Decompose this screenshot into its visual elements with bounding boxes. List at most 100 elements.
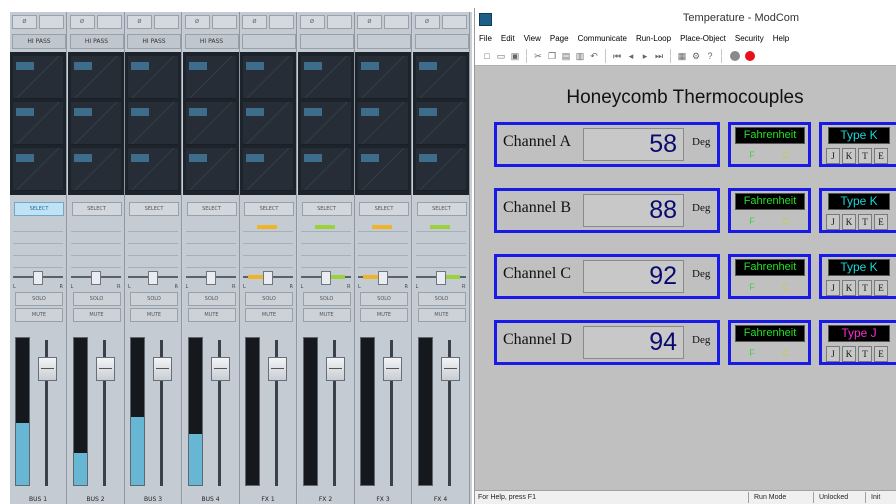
insert-slot[interactable]	[70, 102, 121, 145]
pan-knob[interactable]	[320, 271, 331, 285]
aux-send[interactable]	[243, 258, 293, 268]
prev-page-icon[interactable]: ◂	[625, 50, 637, 62]
insert-slot[interactable]	[243, 148, 293, 191]
type-e-button[interactable]: E	[874, 148, 888, 164]
record-icon[interactable]	[745, 50, 755, 61]
pan-slider[interactable]	[13, 270, 63, 285]
print-icon[interactable]: ▥	[574, 50, 586, 62]
settings-icon[interactable]: ⚙	[690, 50, 702, 62]
celsius-option[interactable]: C	[770, 280, 802, 295]
hi-pass-button[interactable]	[414, 34, 469, 49]
insert-slot[interactable]	[358, 148, 408, 191]
phase-button[interactable]: Ø	[414, 15, 440, 29]
insert-slot[interactable]	[13, 56, 63, 99]
aux-send[interactable]	[13, 258, 63, 268]
celsius-option[interactable]: C	[770, 148, 802, 163]
pan-slider[interactable]	[300, 270, 351, 285]
pan-slider[interactable]	[128, 270, 178, 285]
pan-knob[interactable]	[148, 271, 158, 285]
aux-send[interactable]	[300, 246, 351, 256]
pan-slider[interactable]	[358, 270, 408, 285]
aux-send[interactable]	[128, 246, 178, 256]
volume-fader[interactable]	[325, 356, 345, 381]
insert-slot[interactable]	[13, 102, 63, 145]
post-button[interactable]	[211, 15, 237, 29]
type-j-button[interactable]: J	[826, 280, 840, 296]
pan-knob[interactable]	[435, 271, 446, 285]
aux-send[interactable]	[243, 222, 293, 232]
mute-button[interactable]: MUTE	[72, 308, 121, 322]
mute-button[interactable]: MUTE	[245, 308, 293, 322]
insert-slot[interactable]	[128, 148, 178, 191]
volume-fader[interactable]	[153, 356, 172, 381]
select-button[interactable]: SELECT	[186, 202, 237, 216]
insert-slot[interactable]	[128, 56, 178, 99]
solo-button[interactable]: SOLO	[360, 292, 408, 306]
fahrenheit-option[interactable]: F	[736, 214, 768, 229]
menu-run-loop[interactable]: Run-Loop	[636, 34, 671, 43]
type-k-button[interactable]: K	[842, 214, 856, 230]
mute-button[interactable]: MUTE	[187, 308, 236, 322]
pan-slider[interactable]	[70, 270, 121, 285]
solo-button[interactable]: SOLO	[417, 292, 466, 306]
insert-slot[interactable]	[415, 148, 466, 191]
last-page-icon[interactable]: ⏭	[653, 50, 665, 62]
type-e-button[interactable]: E	[874, 214, 888, 230]
celsius-option[interactable]: C	[770, 214, 802, 229]
type-k-button[interactable]: K	[842, 280, 856, 296]
insert-slot[interactable]	[70, 56, 121, 99]
insert-slot[interactable]	[13, 148, 63, 191]
aux-send[interactable]	[70, 258, 121, 268]
type-t-button[interactable]: T	[858, 346, 872, 362]
phase-button[interactable]: Ø	[242, 15, 267, 29]
post-button[interactable]	[39, 15, 64, 29]
fahrenheit-option[interactable]: F	[736, 280, 768, 295]
insert-slot[interactable]	[185, 148, 236, 191]
pan-slider[interactable]	[185, 270, 236, 285]
hi-pass-button[interactable]	[299, 34, 354, 49]
help-icon[interactable]: ?	[704, 50, 716, 62]
mute-button[interactable]: MUTE	[360, 308, 408, 322]
type-k-button[interactable]: K	[842, 346, 856, 362]
aux-send[interactable]	[415, 246, 466, 256]
aux-send[interactable]	[415, 258, 466, 268]
hi-pass-button[interactable]	[357, 34, 411, 49]
aux-send[interactable]	[13, 246, 63, 256]
phase-button[interactable]: Ø	[127, 15, 152, 29]
phase-button[interactable]: Ø	[69, 15, 95, 29]
select-button[interactable]: SELECT	[129, 202, 179, 216]
hi-pass-button[interactable]	[242, 34, 296, 49]
solo-button[interactable]: SOLO	[72, 292, 121, 306]
aux-send[interactable]	[415, 234, 466, 244]
menu-view[interactable]: View	[524, 34, 541, 43]
aux-send[interactable]	[300, 258, 351, 268]
type-e-button[interactable]: E	[874, 346, 888, 362]
solo-button[interactable]: SOLO	[302, 292, 351, 306]
type-j-button[interactable]: J	[826, 346, 840, 362]
aux-send[interactable]	[128, 222, 178, 232]
volume-fader[interactable]	[38, 356, 57, 381]
insert-slot[interactable]	[70, 148, 121, 191]
insert-slot[interactable]	[128, 102, 178, 145]
menu-security[interactable]: Security	[735, 34, 764, 43]
hi-pass-button[interactable]: HI PASS	[69, 34, 124, 49]
aux-send[interactable]	[300, 234, 351, 244]
aux-send[interactable]	[128, 258, 178, 268]
first-page-icon[interactable]: ⏮	[611, 50, 623, 62]
hi-pass-button[interactable]: HI PASS	[12, 34, 66, 49]
aux-send[interactable]	[185, 246, 236, 256]
solo-button[interactable]: SOLO	[130, 292, 178, 306]
insert-slot[interactable]	[358, 56, 408, 99]
fahrenheit-option[interactable]: F	[736, 148, 768, 163]
select-button[interactable]: SELECT	[71, 202, 122, 216]
type-k-button[interactable]: K	[842, 148, 856, 164]
post-button[interactable]	[154, 15, 179, 29]
undo-icon[interactable]: ↶	[588, 50, 600, 62]
solo-button[interactable]: SOLO	[187, 292, 236, 306]
stop-icon[interactable]	[730, 50, 740, 61]
aux-send[interactable]	[415, 222, 466, 232]
mute-button[interactable]: MUTE	[302, 308, 351, 322]
hi-pass-button[interactable]: HI PASS	[127, 34, 181, 49]
solo-button[interactable]: SOLO	[15, 292, 63, 306]
aux-send[interactable]	[358, 258, 408, 268]
